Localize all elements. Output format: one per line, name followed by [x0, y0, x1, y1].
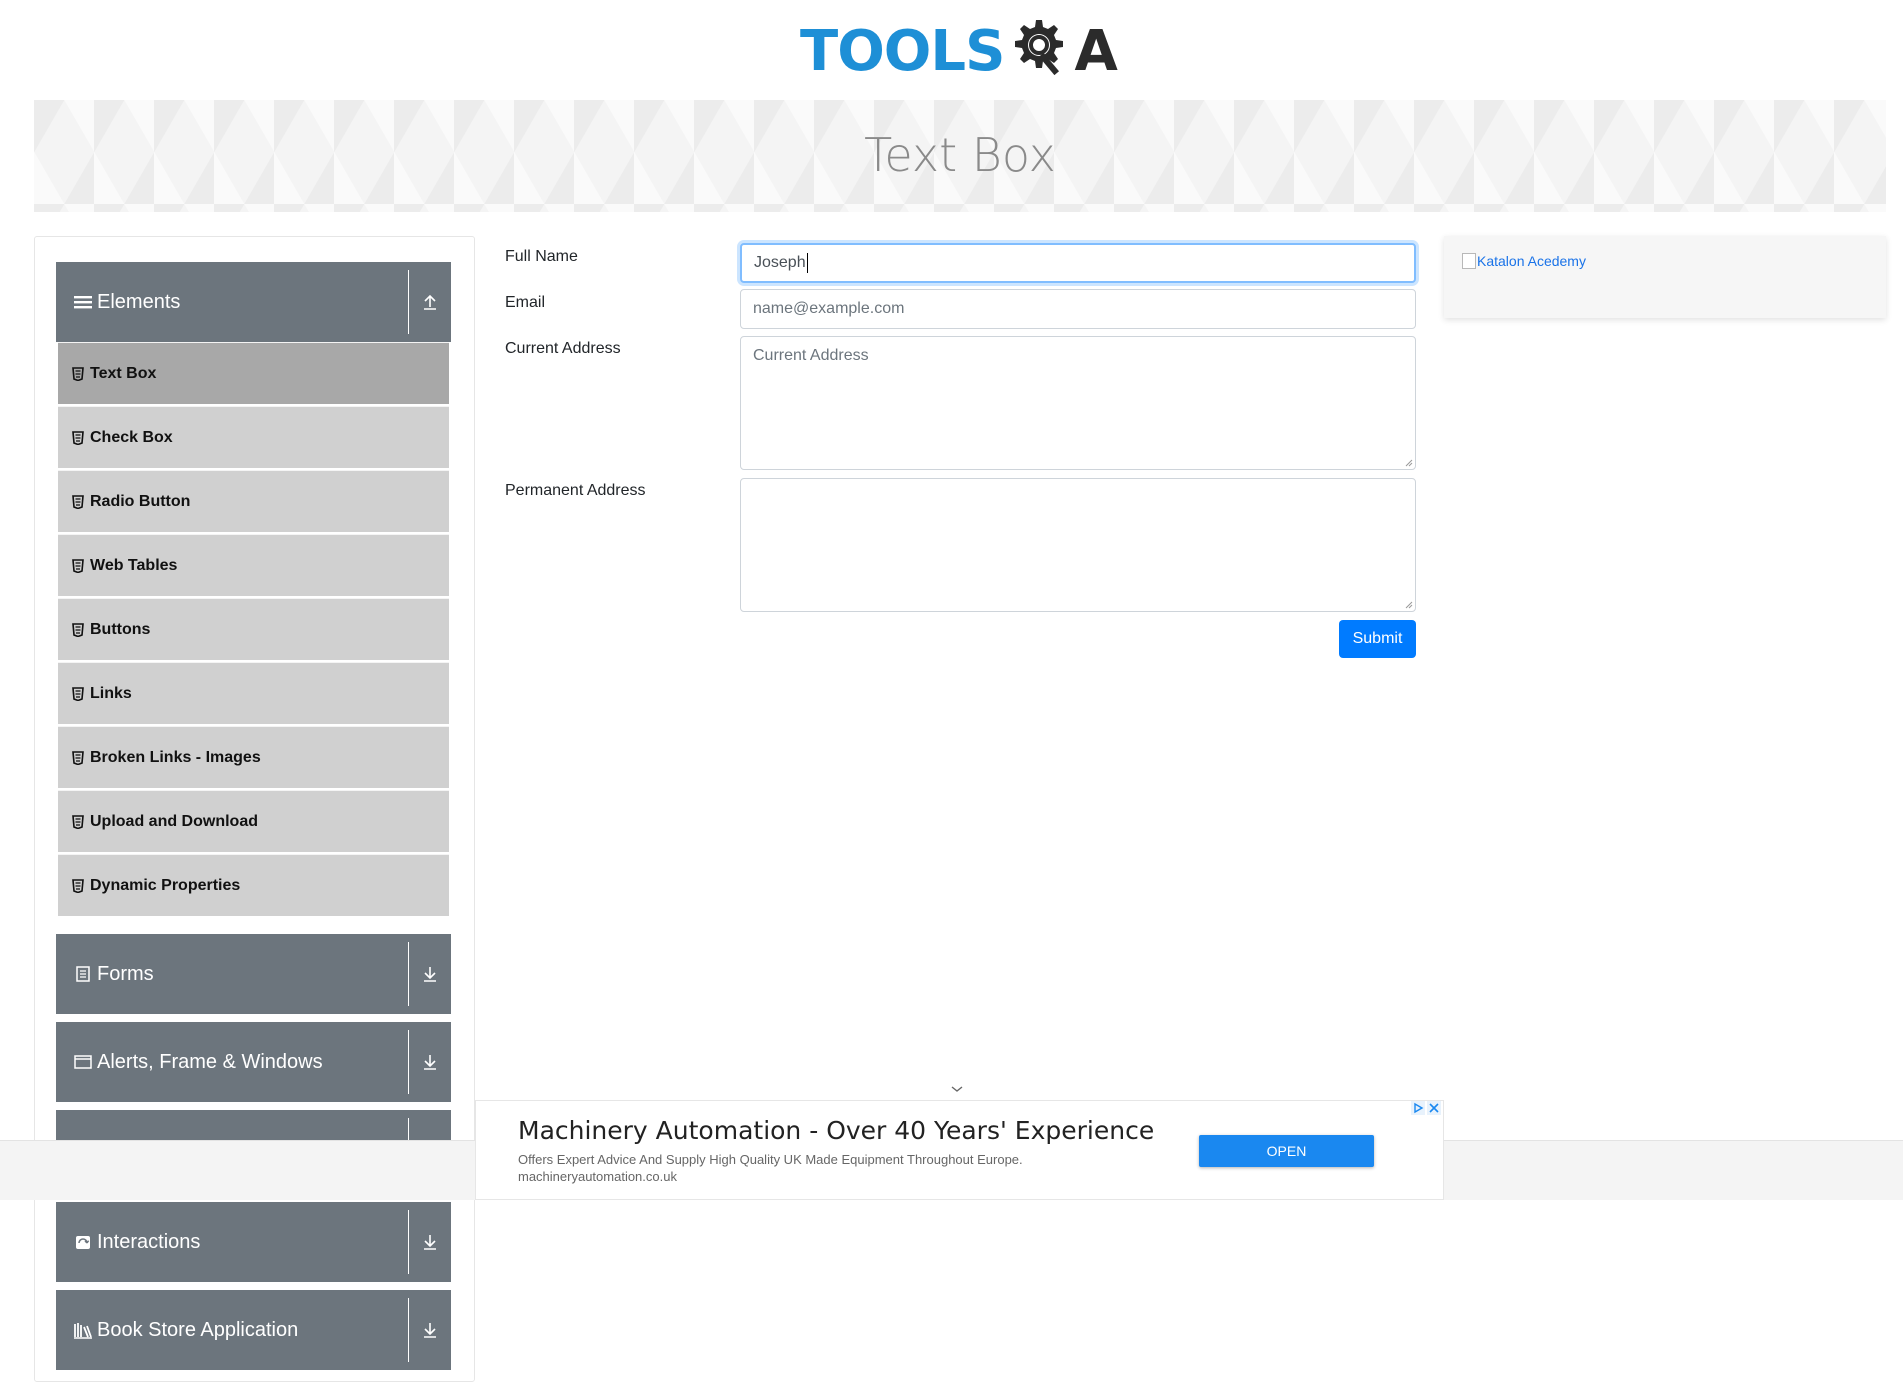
expand-down-icon[interactable] [408, 942, 451, 1006]
html5-icon [72, 558, 84, 573]
toolsqa-logo[interactable]: TOOLS A [800, 14, 1118, 88]
right-ad-panel[interactable]: Katalon Acedemy [1444, 236, 1886, 318]
broken-image-icon [1462, 253, 1476, 269]
html5-icon [72, 430, 84, 445]
ad-choices-icon[interactable] [1411, 1101, 1425, 1115]
html5-icon [72, 622, 84, 637]
group-label: Forms [97, 962, 154, 985]
sidebar-item-text-box[interactable]: Text Box [58, 342, 449, 404]
ad-description: Offers Expert Advice And Supply High Qua… [518, 1152, 1023, 1167]
page-title: Text Box [864, 128, 1056, 182]
resize-handle-icon[interactable] [1405, 459, 1413, 467]
html5-icon [72, 750, 84, 765]
text-caret [806, 253, 808, 273]
html5-icon [72, 494, 84, 509]
email-input[interactable]: name@example.com [740, 289, 1416, 329]
site-header: TOOLS A [0, 0, 1903, 100]
sidebar-item-buttons[interactable]: Buttons [58, 598, 449, 660]
document-icon [73, 964, 93, 984]
broken-image-link[interactable]: Katalon Acedemy [1462, 253, 1586, 269]
group-label: Alerts, Frame & Windows [97, 1050, 323, 1073]
sidebar-item-label: Radio Button [90, 492, 191, 510]
sidebar-item-web-tables[interactable]: Web Tables [58, 534, 449, 596]
sidebar-item-check-box[interactable]: Check Box [58, 406, 449, 468]
ad-url[interactable]: machineryautomation.co.uk [518, 1169, 677, 1184]
current-address-textarea[interactable]: Current Address [740, 336, 1416, 470]
hamburger-icon [73, 292, 93, 312]
sidebar-item-label: Web Tables [90, 556, 178, 574]
window-icon [73, 1052, 93, 1072]
close-icon[interactable] [1427, 1101, 1441, 1115]
collapse-up-icon[interactable] [408, 270, 451, 334]
current-address-placeholder: Current Address [753, 347, 869, 364]
group-label: Book Store Application [97, 1318, 299, 1341]
html5-icon [72, 686, 84, 701]
ad-title[interactable]: Machinery Automation - Over 40 Years' Ex… [518, 1116, 1154, 1145]
group-header-elements[interactable]: Elements [56, 262, 451, 342]
sidebar-item-links[interactable]: Links [58, 662, 449, 724]
ad-choices[interactable] [1411, 1101, 1441, 1115]
expand-down-icon[interactable] [408, 1210, 451, 1274]
full-name-value: Joseph [754, 254, 806, 271]
sidebar-item-label: Dynamic Properties [90, 876, 241, 894]
email-label: Email [505, 294, 546, 311]
html5-icon [72, 878, 84, 893]
ad-alt-text: Katalon Acedemy [1477, 253, 1586, 269]
submit-button[interactable]: Submit [1339, 620, 1416, 658]
sidebar-item-label: Links [90, 684, 132, 702]
sidebar-item-dynamic-properties[interactable]: Dynamic Properties [58, 854, 449, 916]
permanent-address-textarea[interactable] [740, 478, 1416, 612]
current-address-label: Current Address [505, 340, 621, 357]
full-name-label: Full Name [505, 248, 578, 265]
ad-open-button[interactable]: OPEN [1199, 1135, 1374, 1167]
expand-down-icon[interactable] [408, 1030, 451, 1094]
email-placeholder: name@example.com [753, 300, 905, 317]
expand-down-icon[interactable] [408, 1298, 451, 1362]
group-header-alerts-frame-windows[interactable]: Alerts, Frame & Windows [56, 1022, 451, 1102]
chevron-down-icon[interactable] [950, 1084, 964, 1094]
sidebar-item-label: Buttons [90, 620, 151, 638]
group-header-forms[interactable]: Forms [56, 934, 451, 1014]
bottom-ad-banner[interactable]: Machinery Automation - Over 40 Years' Ex… [475, 1100, 1444, 1200]
group-label: Elements [97, 290, 181, 313]
sidebar-item-label: Broken Links - Images [90, 748, 261, 766]
sidebar-item-label: Check Box [90, 428, 173, 446]
group-label: Interactions [97, 1230, 201, 1253]
sidebar-item-label: Upload and Download [90, 812, 258, 830]
page-banner: Text Box [34, 100, 1886, 212]
bookshelf-icon [73, 1320, 93, 1340]
gear-magnifier-icon [1015, 20, 1064, 76]
sidebar-item-radio-button[interactable]: Radio Button [58, 470, 449, 532]
logo-a-text: A [1074, 18, 1117, 84]
left-sidebar: Elements Text Box Check Box Radio Button… [34, 236, 475, 1382]
resize-handle-icon[interactable] [1405, 601, 1413, 609]
sidebar-item-broken-links-images[interactable]: Broken Links - Images [58, 726, 449, 788]
permanent-address-label: Permanent Address [505, 482, 646, 499]
interactions-icon [73, 1232, 93, 1252]
sidebar-item-upload-and-download[interactable]: Upload and Download [58, 790, 449, 852]
full-name-input[interactable]: Joseph [740, 243, 1416, 283]
group-header-book-store-application[interactable]: Book Store Application [56, 1290, 451, 1370]
html5-icon [72, 814, 84, 829]
sidebar-item-label: Text Box [90, 364, 157, 382]
group-header-interactions[interactable]: Interactions [56, 1202, 451, 1282]
logo-tools-text: TOOLS [800, 18, 1005, 84]
html5-icon [72, 366, 84, 381]
